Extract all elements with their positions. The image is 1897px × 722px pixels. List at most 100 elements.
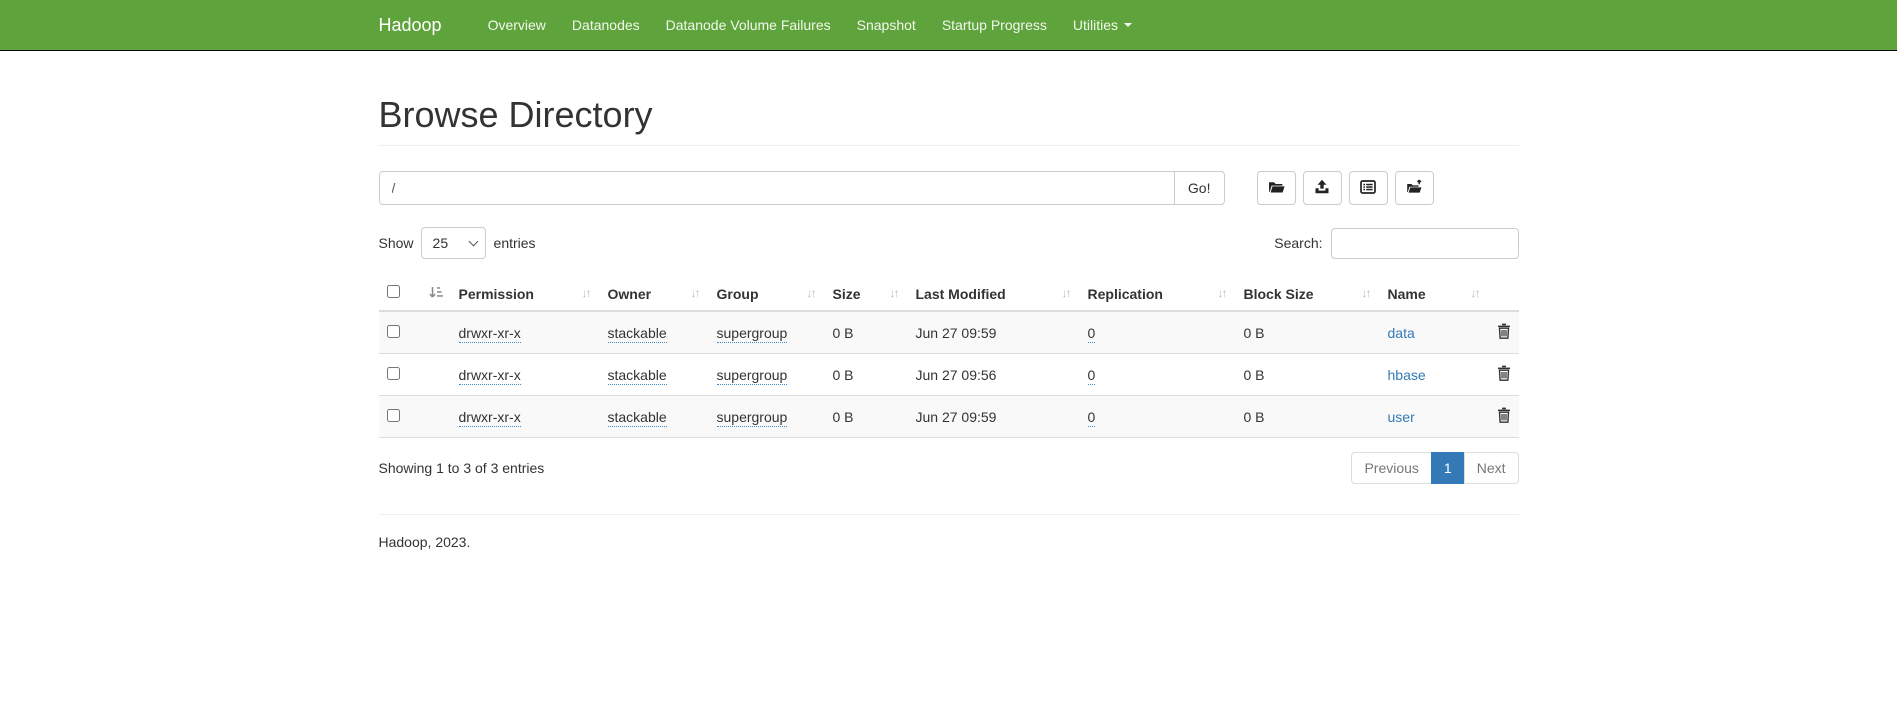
directory-link-data[interactable]: data (1388, 325, 1415, 341)
block-size-value: 0 B (1244, 367, 1265, 383)
nav-links: Overview Datanodes Datanode Volume Failu… (475, 0, 1145, 50)
replication-editable[interactable]: 0 (1088, 409, 1096, 427)
trash-icon (1497, 407, 1511, 426)
search-control: Search: (1274, 228, 1518, 259)
pagination-page-1-button[interactable]: 1 (1431, 452, 1465, 484)
page-header: Browse Directory (379, 94, 1519, 146)
directory-toolbar (1257, 171, 1434, 205)
directory-table: Permission↓↑ Owner↓↑ Group↓↑ Size↓↑ Last… (379, 277, 1519, 438)
owner-editable[interactable]: stackable (608, 367, 667, 385)
table-footer-row: Showing 1 to 3 of 3 entries Previous 1 N… (379, 452, 1519, 484)
entries-info: Showing 1 to 3 of 3 entries (379, 460, 545, 476)
sort-both-icon: ↓↑ (691, 286, 701, 300)
permission-editable[interactable]: drwxr-xr-x (459, 409, 521, 427)
trash-icon (1497, 365, 1511, 384)
pagination-next-button[interactable]: Next (1464, 452, 1519, 484)
size-value: 0 B (833, 325, 854, 341)
column-header-owner[interactable]: Owner↓↑ (600, 277, 709, 311)
page-size-select[interactable]: 25 (421, 227, 486, 259)
sort-both-icon: ↓↑ (1471, 286, 1481, 300)
brand-hadoop[interactable]: Hadoop (379, 0, 457, 50)
column-header-size[interactable]: Size↓↑ (825, 277, 908, 311)
table-row: drwxr-xr-x stackable supergroup 0 B Jun … (379, 311, 1519, 354)
nav-item-snapshot[interactable]: Snapshot (844, 0, 929, 50)
row-checkbox[interactable] (387, 409, 400, 422)
nav-item-datanodes[interactable]: Datanodes (559, 0, 653, 50)
group-editable[interactable]: supergroup (717, 325, 788, 343)
sort-ascending-icon (429, 286, 443, 302)
site-footer-text: Hadoop, 2023. (379, 515, 1519, 590)
nav-item-utilities-dropdown[interactable]: Utilities (1060, 0, 1145, 50)
go-button[interactable]: Go! (1174, 171, 1225, 205)
navbar-container: Hadoop Overview Datanodes Datanode Volum… (364, 0, 1534, 50)
permission-editable[interactable]: drwxr-xr-x (459, 367, 521, 385)
show-entries-control: Show 25 entries (379, 227, 536, 259)
path-row: Go! (379, 171, 1519, 205)
search-input[interactable] (1331, 228, 1519, 259)
table-row: drwxr-xr-x stackable supergroup 0 B Jun … (379, 354, 1519, 396)
column-header-group[interactable]: Group↓↑ (709, 277, 825, 311)
nav-item-overview[interactable]: Overview (475, 0, 559, 50)
folder-open-icon (1268, 179, 1285, 197)
size-value: 0 B (833, 367, 854, 383)
column-header-select-all[interactable] (379, 277, 451, 311)
sort-both-icon: ↓↑ (1218, 286, 1228, 300)
size-value: 0 B (833, 409, 854, 425)
pagination-previous-button[interactable]: Previous (1351, 452, 1431, 484)
table-row: drwxr-xr-x stackable supergroup 0 B Jun … (379, 396, 1519, 438)
row-checkbox[interactable] (387, 325, 400, 338)
page-title: Browse Directory (379, 94, 1519, 136)
directory-path-input[interactable] (379, 171, 1175, 205)
select-all-checkbox[interactable] (387, 285, 400, 298)
nav-item-utilities-label: Utilities (1073, 17, 1118, 33)
owner-editable[interactable]: stackable (608, 325, 667, 343)
sort-both-icon: ↓↑ (807, 286, 817, 300)
group-editable[interactable]: supergroup (717, 409, 788, 427)
folder-move-icon (1406, 179, 1423, 198)
pagination: Previous 1 Next (1351, 452, 1518, 484)
show-label: Show (379, 235, 414, 251)
upload-file-button[interactable] (1303, 171, 1342, 205)
sort-both-icon: ↓↑ (582, 286, 592, 300)
cut-paste-button[interactable] (1349, 171, 1388, 205)
column-header-name[interactable]: Name↓↑ (1380, 277, 1489, 311)
last-modified-value: Jun 27 09:59 (916, 409, 997, 425)
create-directory-button[interactable] (1257, 171, 1296, 205)
page-size-select-wrap: 25 (421, 227, 486, 259)
replication-editable[interactable]: 0 (1088, 367, 1096, 385)
list-alt-icon (1360, 179, 1376, 198)
block-size-value: 0 B (1244, 325, 1265, 341)
trash-icon (1497, 323, 1511, 342)
delete-button[interactable] (1497, 407, 1511, 426)
upload-icon (1314, 179, 1330, 198)
block-size-value: 0 B (1244, 409, 1265, 425)
column-header-actions (1489, 277, 1519, 311)
group-editable[interactable]: supergroup (717, 367, 788, 385)
last-modified-value: Jun 27 09:56 (916, 367, 997, 383)
column-header-last-modified[interactable]: Last Modified↓↑ (908, 277, 1080, 311)
delete-button[interactable] (1497, 365, 1511, 384)
table-header-row: Permission↓↑ Owner↓↑ Group↓↑ Size↓↑ Last… (379, 277, 1519, 311)
sort-both-icon: ↓↑ (1362, 286, 1372, 300)
caret-down-icon (1124, 23, 1132, 27)
column-header-permission[interactable]: Permission↓↑ (451, 277, 600, 311)
nav-item-datanode-volume-failures[interactable]: Datanode Volume Failures (653, 0, 844, 50)
sort-both-icon: ↓↑ (890, 286, 900, 300)
column-header-block-size[interactable]: Block Size↓↑ (1236, 277, 1380, 311)
sort-both-icon: ↓↑ (1062, 286, 1072, 300)
permission-editable[interactable]: drwxr-xr-x (459, 325, 521, 343)
last-modified-value: Jun 27 09:59 (916, 325, 997, 341)
entries-label: entries (494, 235, 536, 251)
move-to-trash-button[interactable] (1395, 171, 1434, 205)
directory-link-hbase[interactable]: hbase (1388, 367, 1426, 383)
owner-editable[interactable]: stackable (608, 409, 667, 427)
main-container: Browse Directory Go! (364, 94, 1534, 590)
row-checkbox[interactable] (387, 367, 400, 380)
nav-item-startup-progress[interactable]: Startup Progress (929, 0, 1060, 50)
search-label: Search: (1274, 235, 1322, 251)
replication-editable[interactable]: 0 (1088, 325, 1096, 343)
directory-link-user[interactable]: user (1388, 409, 1415, 425)
column-header-replication[interactable]: Replication↓↑ (1080, 277, 1236, 311)
delete-button[interactable] (1497, 323, 1511, 342)
top-navbar: Hadoop Overview Datanodes Datanode Volum… (0, 0, 1897, 51)
